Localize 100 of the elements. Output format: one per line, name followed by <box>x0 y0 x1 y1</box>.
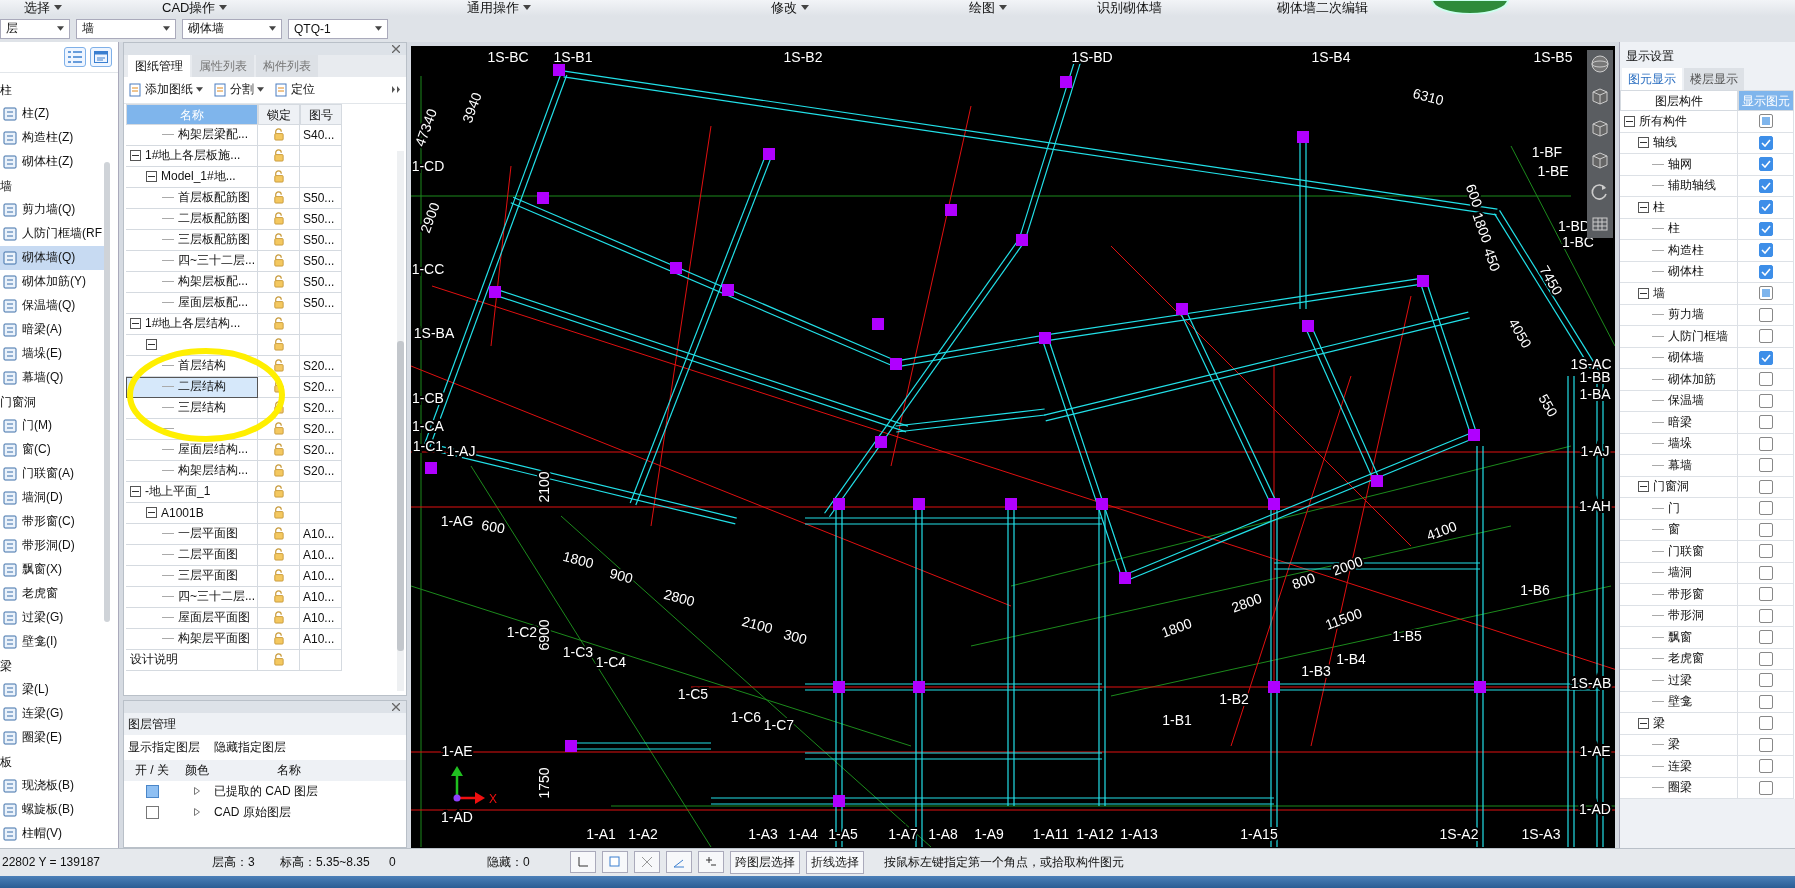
cube-icon[interactable] <box>1590 149 1610 170</box>
lock-icon[interactable] <box>272 296 285 309</box>
component-item[interactable]: 砌体墙(Q) <box>0 245 105 270</box>
component-item[interactable]: 飘窗(X) <box>0 557 105 582</box>
snap-button[interactable] <box>698 851 724 874</box>
tree-sheet-row[interactable]: 构架层板配... <box>126 271 258 293</box>
expander-icon[interactable] <box>130 318 141 329</box>
checkbox[interactable] <box>1758 372 1773 387</box>
lock-icon[interactable] <box>272 485 285 498</box>
lock-icon[interactable] <box>272 401 285 414</box>
tree-sheet-row[interactable]: 三层结构 <box>126 397 258 419</box>
lock-icon[interactable] <box>272 170 285 183</box>
lock-icon[interactable] <box>272 128 285 141</box>
scrollbar[interactable] <box>397 150 404 691</box>
menu-item[interactable]: 绘图 <box>969 0 1008 15</box>
expander-icon[interactable] <box>130 486 141 497</box>
checkbox[interactable] <box>1758 673 1773 688</box>
column-header[interactable]: 图号 <box>300 103 342 125</box>
dropdown-field[interactable]: QTQ-1 <box>288 18 388 39</box>
component-item[interactable]: 连梁(G) <box>0 701 105 726</box>
checkbox[interactable] <box>1758 565 1773 580</box>
component-item[interactable]: 构造柱(Z) <box>0 125 105 150</box>
checkbox[interactable] <box>1758 350 1773 365</box>
component-item[interactable]: 砌体加筋(Y) <box>0 269 105 294</box>
lock-icon[interactable] <box>272 275 285 288</box>
tree-group-row[interactable]: 1#地上各层结构... <box>126 313 258 335</box>
layer-checkbox[interactable] <box>145 784 159 798</box>
menu-item[interactable]: 选择 <box>24 0 62 15</box>
column-header[interactable]: 锁定 <box>258 103 300 125</box>
lock-icon[interactable] <box>272 506 285 519</box>
layer-checkbox[interactable] <box>145 805 159 819</box>
cube-icon[interactable] <box>1590 85 1610 106</box>
tree-sheet-row[interactable]: 三层板配筋图 <box>126 229 258 251</box>
checkbox[interactable] <box>1758 286 1773 301</box>
dropdown-field[interactable]: 砌体墙 <box>182 18 282 39</box>
panel-tab[interactable]: 图元显示 <box>1622 67 1682 90</box>
checkbox[interactable] <box>1758 393 1773 408</box>
component-item[interactable]: 砌体柱(Z) <box>0 149 105 174</box>
component-item[interactable]: 门(M) <box>0 413 105 438</box>
checkbox[interactable] <box>1758 501 1773 516</box>
menu-item[interactable]: 通用操作 <box>467 0 532 15</box>
checkbox[interactable] <box>1758 716 1773 731</box>
lock-icon[interactable] <box>272 359 285 372</box>
component-item[interactable]: 柱帽(V) <box>0 821 105 846</box>
component-item[interactable]: 壁龛(I) <box>0 629 105 654</box>
component-item[interactable]: 梁(L) <box>0 677 105 702</box>
lock-icon[interactable] <box>272 422 285 435</box>
menu-item[interactable]: 修改 <box>771 0 810 15</box>
expander-icon[interactable] <box>146 507 157 518</box>
component-item[interactable]: 墙洞(D) <box>0 485 105 510</box>
tree-sheet-row[interactable]: 屋面层平面图 <box>126 607 258 629</box>
checkbox[interactable] <box>1758 264 1773 279</box>
menu-item[interactable]: CAD操作 <box>162 0 228 15</box>
lock-icon[interactable] <box>272 569 285 582</box>
component-item[interactable]: 带形窗(C) <box>0 509 105 534</box>
dropdown-field[interactable]: 墙 <box>76 18 176 39</box>
tree-sheet-row[interactable]: 二层板配筋图 <box>126 208 258 230</box>
sphere-icon[interactable] <box>1590 53 1610 74</box>
component-item[interactable]: 现浇板(B) <box>0 773 105 798</box>
tree-sheet-row[interactable]: 构架层平面图 <box>126 628 258 650</box>
lock-icon[interactable] <box>272 443 285 456</box>
tree-sheet-row[interactable]: 首层结构 <box>126 355 258 377</box>
lock-icon[interactable] <box>272 149 285 162</box>
checkbox[interactable] <box>1758 458 1773 473</box>
select-box-button[interactable] <box>602 851 628 874</box>
component-item[interactable]: 窗(C) <box>0 437 105 462</box>
tree-sheet-row[interactable]: 构架层结构... <box>126 460 258 482</box>
checkbox[interactable] <box>1758 522 1773 537</box>
tree-group-row[interactable]: 1#地上各层板施... <box>126 145 258 167</box>
tree-sheet-row[interactable]: 设计说明 <box>126 649 258 671</box>
checkbox[interactable] <box>1758 135 1773 150</box>
panel-tab[interactable]: 图纸管理 <box>128 54 190 77</box>
lock-icon[interactable] <box>272 233 285 246</box>
lock-icon[interactable] <box>272 632 285 645</box>
lock-icon[interactable] <box>272 212 285 225</box>
checkbox[interactable] <box>1758 651 1773 666</box>
checkbox[interactable] <box>1758 479 1773 494</box>
close-button[interactable] <box>392 702 400 711</box>
dropdown-field[interactable]: 层 <box>0 18 70 39</box>
lock-icon[interactable] <box>272 254 285 267</box>
component-item[interactable]: 老虎窗 <box>0 581 105 606</box>
component-item[interactable]: 圈梁(E) <box>0 725 105 750</box>
tree-sheet-row[interactable]: 一层平面图 <box>126 523 258 545</box>
checkbox[interactable] <box>1758 587 1773 602</box>
checkbox[interactable] <box>1758 200 1773 215</box>
expander-icon[interactable] <box>1624 115 1635 127</box>
panel-tab[interactable]: 楼层显示 <box>1684 67 1744 90</box>
component-item[interactable]: 保温墙(Q) <box>0 293 105 318</box>
component-item[interactable]: 门联窗(A) <box>0 461 105 486</box>
lock-icon[interactable] <box>272 527 285 540</box>
menu-item[interactable]: 砌体墙二次编辑 <box>1277 0 1369 15</box>
checkbox[interactable] <box>1758 329 1773 344</box>
toolbar-button[interactable]: 添加图纸 <box>128 81 203 98</box>
lock-icon[interactable] <box>272 338 285 351</box>
component-item[interactable]: 螺旋板(B) <box>0 797 105 822</box>
panel-tab[interactable]: 构件列表 <box>256 54 318 77</box>
lock-icon[interactable] <box>272 317 285 330</box>
component-item[interactable]: 带形洞(D) <box>0 533 105 558</box>
checkbox[interactable] <box>1758 114 1773 129</box>
scrollbar[interactable] <box>104 161 110 622</box>
